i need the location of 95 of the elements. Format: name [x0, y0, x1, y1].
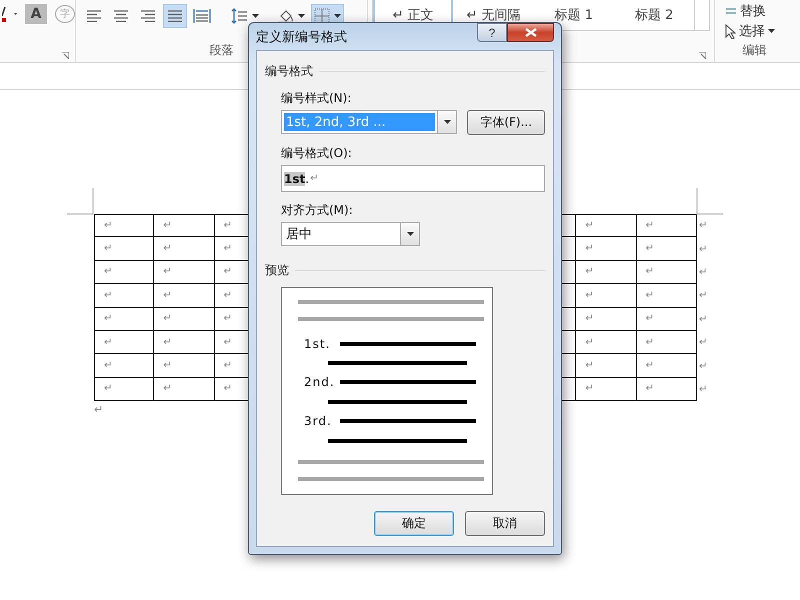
- field-label: 编号样式(N):: [281, 90, 352, 107]
- paragraph-mark: ↵: [94, 403, 104, 416]
- cell-end-mark: ↵: [646, 220, 654, 232]
- character-shading-button[interactable]: A: [25, 4, 47, 24]
- cell-end-mark: ↵: [224, 383, 232, 394]
- dialog-launcher-icon[interactable]: [699, 52, 706, 59]
- row-end-mark: ↵: [698, 290, 708, 302]
- style-item[interactable]: 标题 2: [614, 0, 694, 30]
- cell-end-mark: ↵: [104, 336, 112, 348]
- cell-end-mark: ↵: [104, 290, 112, 301]
- preview-number: 3rd.: [304, 414, 333, 428]
- cell-end-mark: ↵: [224, 336, 232, 348]
- preview-number: 2nd.: [304, 375, 336, 390]
- cell-end-mark: ↵: [585, 290, 594, 301]
- row-end-mark: ↵: [698, 314, 708, 325]
- group-label: 编号格式: [265, 63, 313, 80]
- style-item[interactable]: 标题 1: [534, 0, 614, 30]
- number-format-field[interactable]: 1st.↵: [281, 165, 545, 192]
- alignment-dropdown[interactable]: 居中: [281, 222, 420, 246]
- row-end-mark: ↵: [698, 384, 708, 395]
- cell-end-mark: ↵: [163, 313, 172, 324]
- line-spacing-icon: [230, 8, 248, 24]
- crop-mark: [696, 188, 723, 215]
- cell-end-mark: ↵: [585, 313, 594, 324]
- caret-icon: [768, 29, 775, 33]
- crop-mark: [67, 188, 94, 215]
- caret-icon: [406, 232, 414, 236]
- cell-end-mark: ↵: [224, 360, 232, 372]
- cell-end-mark: ↵: [646, 243, 654, 254]
- group-label: 预览: [265, 262, 289, 279]
- cell-end-mark: ↵: [104, 243, 112, 254]
- group-label: 编辑: [742, 42, 768, 59]
- font-color-icon[interactable]: [2, 6, 6, 22]
- cell-end-mark: ↵: [646, 266, 654, 278]
- cell-end-mark: ↵: [104, 313, 112, 324]
- replace-icon: [725, 7, 737, 15]
- cell-end-mark: ↵: [646, 360, 654, 372]
- cell-end-mark: ↵: [104, 266, 112, 278]
- dialog-launcher-icon[interactable]: [62, 52, 69, 59]
- ok-button[interactable]: 确定: [374, 511, 454, 536]
- cell-end-mark: ↵: [163, 243, 172, 254]
- row-end-mark: ↵: [698, 266, 708, 278]
- preview-number: 1st.: [304, 336, 332, 350]
- cell-end-mark: ↵: [224, 243, 232, 254]
- distribute-icon: [193, 8, 211, 24]
- cell-end-mark: ↵: [646, 290, 654, 301]
- cell-end-mark: ↵: [224, 313, 232, 324]
- align-left-icon: [86, 10, 102, 22]
- cell-end-mark: ↵: [163, 336, 172, 348]
- cell-end-mark: ↵: [104, 220, 112, 232]
- cell-end-mark: ↵: [163, 266, 172, 278]
- align-center-icon: [113, 10, 129, 22]
- field-label: 编号格式(O):: [281, 145, 353, 162]
- caret-icon: [252, 14, 259, 18]
- dialog-title: 定义新编号格式: [256, 28, 347, 46]
- row-end-mark: ↵: [698, 244, 708, 255]
- cell-end-mark: ↵: [585, 360, 594, 372]
- cell-end-mark: ↵: [224, 290, 232, 301]
- cell-end-mark: ↵: [163, 290, 172, 301]
- borders-icon: [314, 8, 330, 24]
- replace-button[interactable]: 替换: [740, 2, 766, 20]
- close-icon: [524, 28, 536, 37]
- row-end-mark: ↵: [698, 360, 708, 372]
- cell-end-mark: ↵: [224, 220, 232, 232]
- group-label: 段落: [208, 42, 234, 59]
- cancel-button[interactable]: 取消: [465, 511, 545, 536]
- caret-icon: [334, 14, 341, 18]
- cell-end-mark: ↵: [163, 220, 172, 232]
- cell-end-mark: ↵: [585, 266, 594, 278]
- close-button[interactable]: [507, 23, 554, 42]
- justify-icon: [167, 10, 183, 22]
- cell-end-mark: ↵: [224, 266, 232, 278]
- cell-end-mark: ↵: [646, 336, 654, 348]
- row-end-mark: ↵: [698, 337, 708, 348]
- caret-icon: [14, 12, 17, 16]
- cell-end-mark: ↵: [585, 243, 594, 254]
- cell-end-mark: ↵: [585, 220, 594, 232]
- align-right-icon: [140, 10, 156, 22]
- help-button[interactable]: ?: [477, 23, 507, 42]
- select-button[interactable]: 选择: [739, 22, 765, 40]
- caret-icon: [298, 14, 305, 18]
- caret-icon: [444, 120, 451, 124]
- cell-end-mark: ↵: [163, 360, 172, 372]
- row-end-mark: ↵: [698, 220, 708, 232]
- cell-end-mark: ↵: [104, 383, 112, 394]
- cell-end-mark: ↵: [646, 313, 654, 324]
- cell-end-mark: ↵: [163, 383, 172, 394]
- cursor-arrow-icon: [725, 24, 736, 38]
- cell-end-mark: ↵: [104, 360, 112, 372]
- justify-button[interactable]: [163, 4, 187, 28]
- cell-end-mark: ↵: [585, 336, 594, 348]
- font-button[interactable]: 字体(F)...: [467, 110, 545, 135]
- cell-end-mark: ↵: [646, 383, 654, 394]
- cell-end-mark: ↵: [585, 383, 594, 394]
- field-label: 对齐方式(M):: [281, 202, 354, 219]
